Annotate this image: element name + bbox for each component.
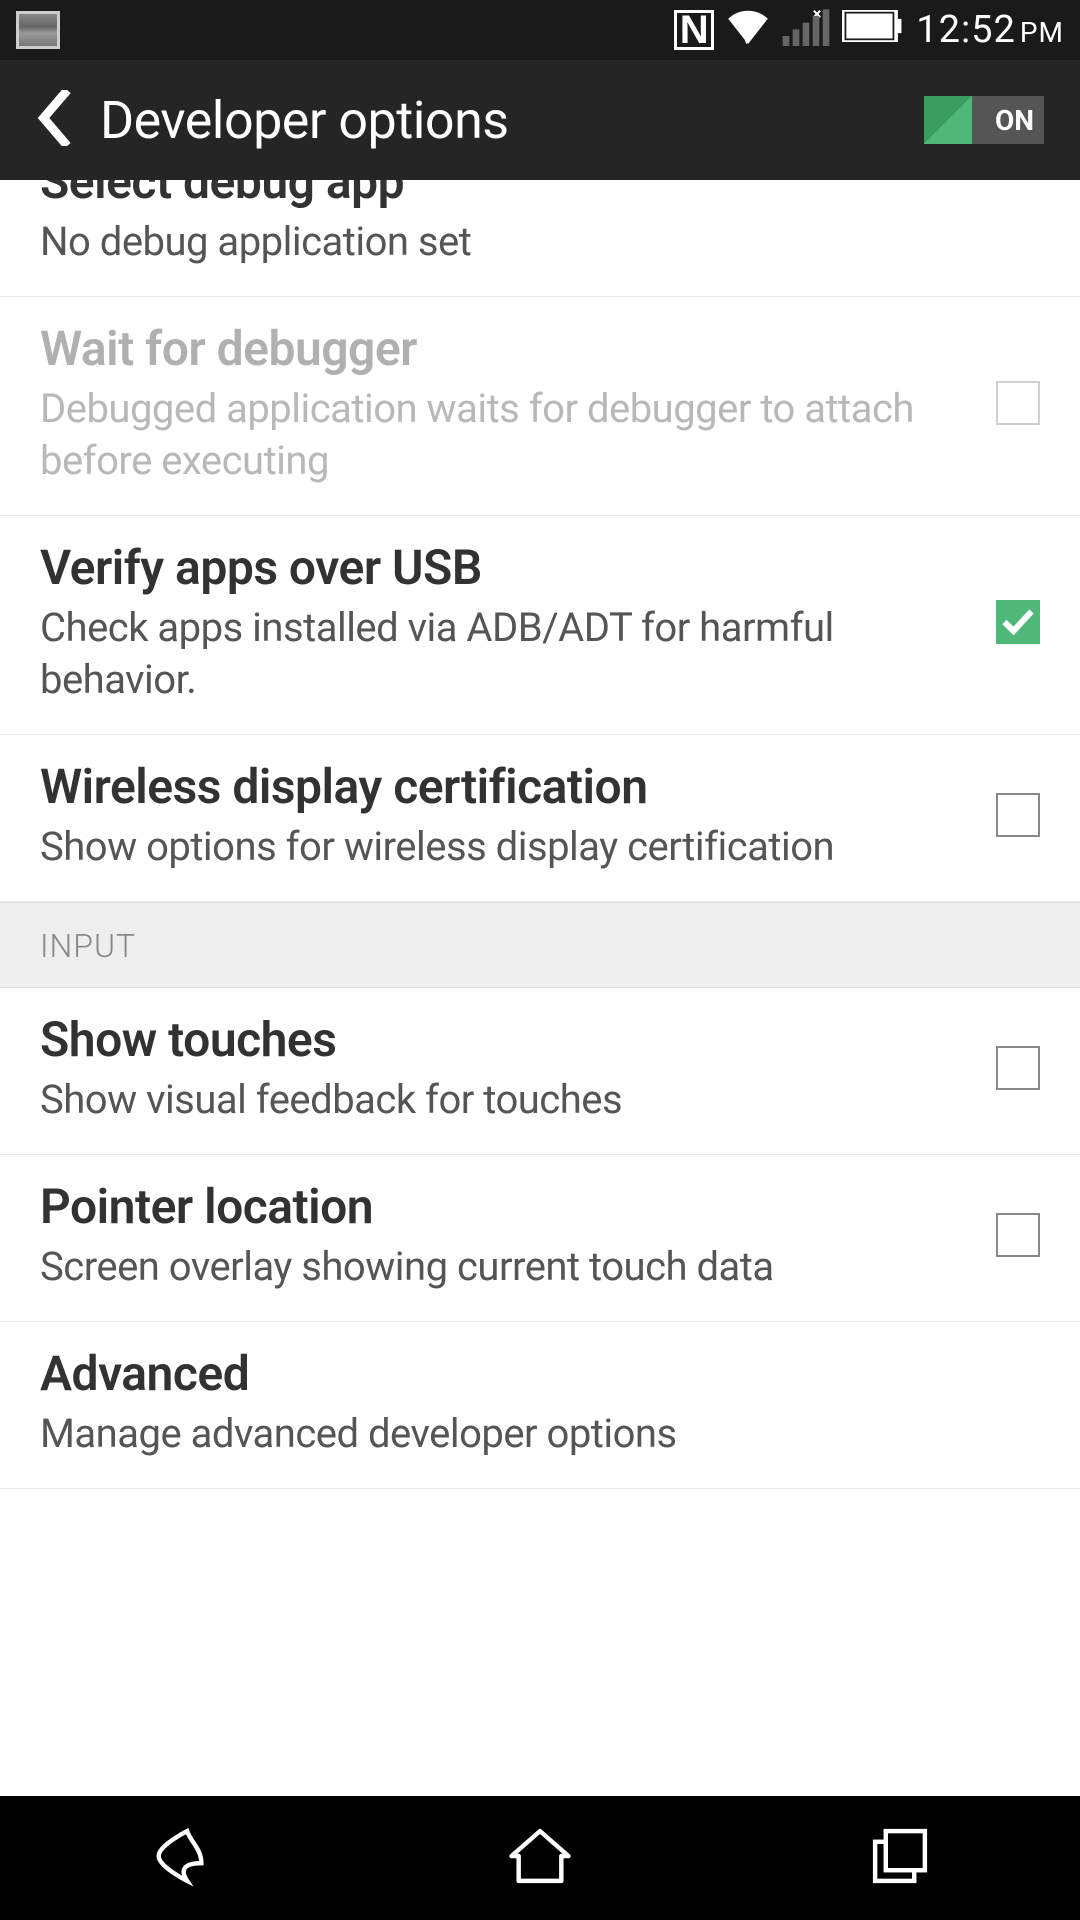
setting-wireless-display-cert[interactable]: Wireless display certification Show opti…: [0, 735, 1080, 902]
navigation-bar: [0, 1796, 1080, 1920]
setting-title: Advanced: [40, 1344, 1040, 1404]
nav-home-button[interactable]: [504, 1824, 576, 1892]
action-bar: Developer options ON: [0, 60, 1080, 180]
nfc-icon: N: [674, 10, 714, 50]
setting-subtitle: Show options for wireless display certif…: [40, 821, 966, 873]
setting-subtitle: Manage advanced developer options: [40, 1408, 1040, 1460]
setting-advanced[interactable]: Advanced Manage advanced developer optio…: [0, 1322, 1080, 1489]
signal-icon: ×: [782, 6, 830, 55]
checkbox[interactable]: [996, 793, 1040, 837]
checkbox: [996, 381, 1040, 425]
setting-subtitle: Screen overlay showing current touch dat…: [40, 1241, 966, 1293]
widget-icon: [16, 11, 60, 49]
back-icon[interactable]: [36, 90, 72, 150]
setting-title: Pointer location: [40, 1177, 966, 1237]
battery-icon: [842, 9, 904, 51]
wifi-icon: [726, 8, 770, 53]
master-toggle[interactable]: ON: [924, 96, 1044, 144]
page-title: Developer options: [100, 90, 509, 151]
toggle-on-indicator: [924, 96, 972, 144]
setting-title: Show touches: [40, 1010, 966, 1070]
setting-select-debug-app[interactable]: Select debug app No debug application se…: [0, 180, 1080, 297]
status-time: 12:52PM: [916, 8, 1064, 52]
nav-back-button[interactable]: [144, 1824, 216, 1892]
section-header-label: INPUT: [40, 927, 1040, 965]
setting-subtitle: No debug application set: [40, 216, 1040, 268]
status-bar: N × 12:52PM: [0, 0, 1080, 60]
setting-title: Verify apps over USB: [40, 538, 966, 598]
section-header-input: INPUT: [0, 902, 1080, 988]
checkbox[interactable]: [996, 1046, 1040, 1090]
setting-verify-apps-usb[interactable]: Verify apps over USB Check apps installe…: [0, 516, 1080, 735]
setting-subtitle: Show visual feedback for touches: [40, 1074, 966, 1126]
setting-title: Select debug app: [40, 180, 1040, 212]
action-bar-left[interactable]: Developer options: [36, 90, 509, 151]
nav-recent-button[interactable]: [864, 1824, 936, 1892]
toggle-label: ON: [995, 104, 1034, 137]
status-right: N × 12:52PM: [674, 6, 1064, 55]
status-left: [16, 11, 60, 49]
checkbox[interactable]: [996, 1213, 1040, 1257]
setting-title: Wireless display certification: [40, 757, 966, 817]
checkbox[interactable]: [996, 600, 1040, 644]
setting-title: Wait for debugger: [40, 319, 966, 379]
setting-show-touches[interactable]: Show touches Show visual feedback for to…: [0, 988, 1080, 1155]
setting-subtitle: Debugged application waits for debugger …: [40, 383, 966, 487]
settings-list[interactable]: Select debug app No debug application se…: [0, 180, 1080, 1796]
setting-subtitle: Check apps installed via ADB/ADT for har…: [40, 602, 966, 706]
setting-pointer-location[interactable]: Pointer location Screen overlay showing …: [0, 1155, 1080, 1322]
setting-wait-for-debugger: Wait for debugger Debugged application w…: [0, 297, 1080, 516]
